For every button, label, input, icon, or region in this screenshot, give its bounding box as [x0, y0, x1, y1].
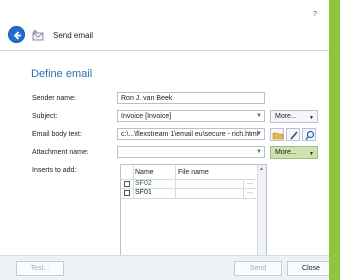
row-divider-line: [121, 198, 256, 199]
open-folder-button[interactable]: [270, 128, 284, 141]
sender-name-label: Sender name:: [32, 95, 76, 102]
chevron-down-icon: ▼: [309, 115, 314, 121]
attachment-more-label: More...: [275, 149, 297, 156]
close-button[interactable]: Close: [287, 261, 335, 276]
help-button[interactable]: ?: [313, 11, 317, 18]
back-button[interactable]: [8, 26, 25, 43]
email-body-label: Email body text:: [32, 131, 82, 138]
table-row[interactable]: SF02 ...: [121, 179, 256, 188]
magnifier-icon: [305, 130, 315, 140]
arrow-left-icon: [13, 31, 21, 40]
green-edge-strip: [329, 0, 340, 280]
vertical-scrollbar[interactable]: ▲ ▼: [257, 165, 266, 265]
send-button[interactable]: Send: [234, 261, 282, 276]
scroll-up-icon[interactable]: ▲: [259, 166, 264, 172]
subject-value: Invoice [Invoice]: [121, 113, 172, 120]
inserts-label: Inserts to add:: [32, 167, 77, 174]
chevron-down-icon: ▼: [309, 151, 314, 157]
chevron-down-icon[interactable]: ▼: [256, 112, 262, 121]
header-divider: [0, 50, 340, 51]
column-header-file-name[interactable]: File name: [178, 169, 209, 176]
sender-name-input[interactable]: Ron J. van Beek: [117, 92, 265, 104]
attachment-more-button[interactable]: More... ▼: [270, 146, 318, 159]
subject-more-label: More...: [275, 113, 297, 120]
edit-button[interactable]: [286, 128, 300, 141]
subject-label: Subject:: [32, 113, 58, 120]
folder-icon: [272, 132, 284, 140]
email-body-value: c:\...\flexstream 1\email eu\secure - ri…: [121, 131, 259, 138]
row-browse-button[interactable]: ...: [247, 179, 253, 186]
column-header-name[interactable]: Name: [135, 169, 154, 176]
chevron-down-icon[interactable]: ▼: [256, 130, 262, 139]
header-title: Send email: [53, 31, 94, 40]
subject-combo[interactable]: Invoice [Invoice] ▼: [117, 110, 265, 122]
attachment-name-combo[interactable]: ▼: [117, 146, 265, 158]
section-title: Define email: [31, 68, 93, 80]
row-checkbox[interactable]: [124, 181, 130, 187]
pencil-icon: [290, 131, 298, 140]
table-row[interactable]: SF01 ...: [121, 188, 256, 198]
inserts-table[interactable]: Name File name SF02 ... SF01 ... ▲ ▼: [120, 164, 267, 266]
attachment-name-label: Attachment name:: [32, 149, 89, 156]
row-name: SF01: [135, 189, 152, 196]
test-button[interactable]: Test...: [16, 261, 64, 276]
email-icon: [31, 28, 45, 41]
row-checkbox[interactable]: [124, 190, 130, 196]
email-body-combo[interactable]: c:\...\flexstream 1\email eu\secure - ri…: [117, 128, 265, 140]
chevron-down-icon[interactable]: ▼: [256, 148, 262, 157]
preview-button[interactable]: [302, 128, 316, 141]
subject-more-button[interactable]: More... ▼: [270, 110, 318, 123]
row-name: SF02: [135, 180, 152, 187]
row-browse-button[interactable]: ...: [247, 188, 253, 195]
